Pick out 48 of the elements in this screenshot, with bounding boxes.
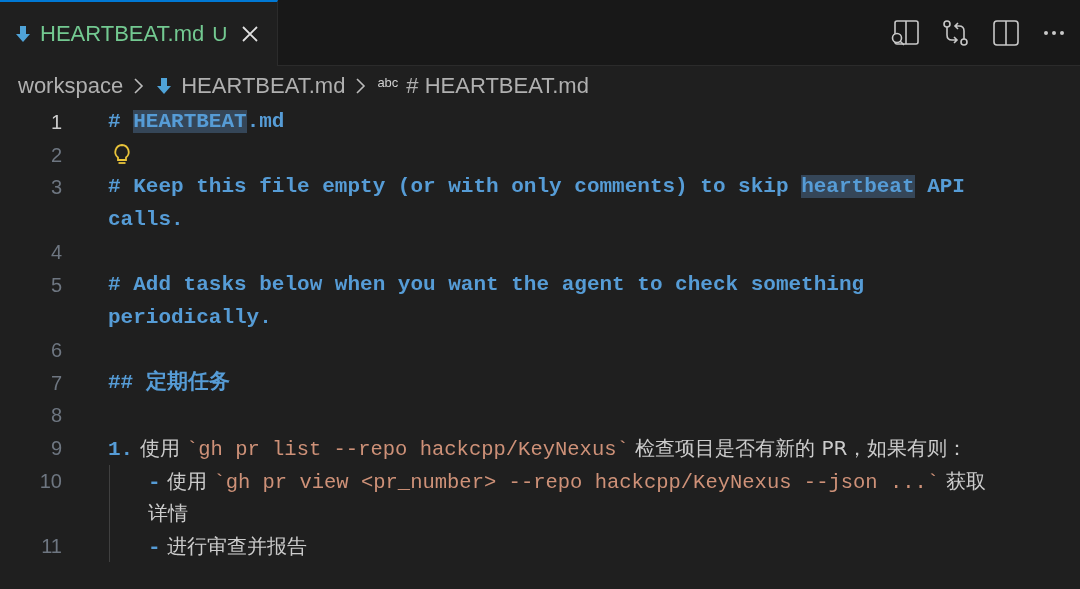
list-marker: -	[148, 535, 161, 559]
heading-text: API	[926, 175, 965, 199]
line-number: 11	[40, 533, 62, 559]
download-arrow-icon	[14, 25, 32, 43]
highlighted-word: HEARTBEAT	[133, 110, 247, 133]
heading-text: # Add tasks below when you want the agent to check something	[108, 272, 865, 296]
inline-code: `gh pr view <pr_number> --repo hackcpp/KeyNexus --json ...`	[213, 470, 940, 494]
body-text: 使用	[138, 435, 181, 460]
line-number: 10	[38, 468, 62, 494]
line-number: 7	[49, 370, 62, 396]
line-number: 8	[49, 403, 62, 429]
heading-text: ## 定期任务	[108, 370, 230, 394]
breadcrumb-item[interactable]: workspace	[18, 73, 124, 99]
highlighted-word: heartbeat	[801, 175, 915, 199]
body-text: 详情	[148, 501, 188, 526]
close-icon[interactable]	[241, 25, 260, 43]
breadcrumb-item[interactable]: # HEARTBEAT.md	[406, 73, 589, 99]
line-number: 2	[49, 142, 62, 168]
heading-text: #	[108, 110, 122, 133]
line-number: 3	[49, 175, 62, 201]
editor-tab[interactable]: HEARTBEAT.md U	[0, 0, 279, 66]
preview-search-icon[interactable]	[890, 18, 920, 47]
split-editor-icon[interactable]	[992, 18, 1020, 47]
line-number: 4	[49, 240, 62, 266]
line-number: 6	[49, 338, 62, 364]
heading-text: .md	[246, 110, 285, 133]
breadcrumb-item[interactable]: HEARTBEAT.md	[181, 73, 346, 99]
body-text: 检查项目是否有新的 PR，如果有则：	[634, 435, 968, 460]
heading-text: periodically.	[108, 305, 272, 329]
line-number: 9	[49, 435, 62, 461]
chevron-right-icon	[355, 76, 368, 96]
body-text: 使用	[165, 468, 208, 493]
compare-changes-icon[interactable]	[942, 18, 970, 47]
body-text: 获取	[944, 468, 986, 493]
download-arrow-icon	[155, 77, 174, 95]
git-status: U	[212, 22, 228, 46]
inline-code: `gh pr list --repo hackcpp/KeyNexus`	[185, 437, 629, 461]
line-number: 5	[49, 272, 62, 298]
list-marker: -	[148, 470, 161, 494]
heading-text: # Keep this file empty (or with only comments) to skip	[108, 175, 790, 199]
list-marker: 1.	[108, 437, 134, 461]
heading-text: calls.	[108, 207, 184, 231]
symbol-label: abc	[377, 74, 399, 90]
body-text: 进行审查并报告	[165, 533, 307, 558]
chevron-right-icon	[133, 76, 146, 96]
line-number: 1	[49, 110, 62, 135]
lightbulb-icon[interactable]	[112, 142, 132, 167]
tab-label: HEARTBEAT.md	[40, 21, 205, 47]
